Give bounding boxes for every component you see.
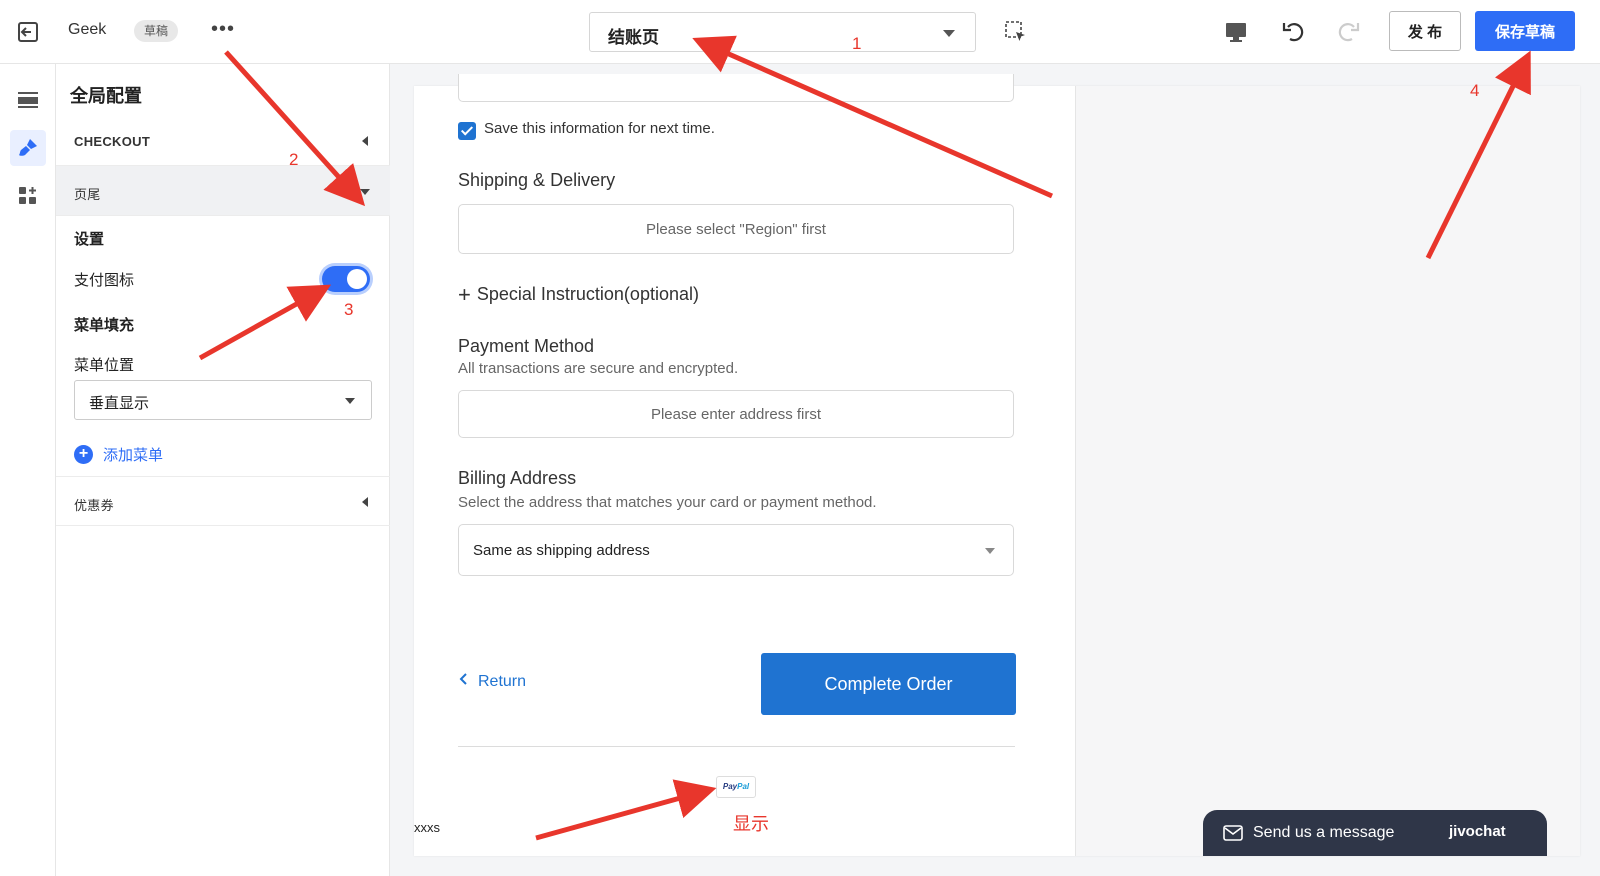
section-coupon[interactable]: 优惠券 [56,476,390,526]
payment-icons-toggle[interactable] [322,266,370,292]
section-footer-label: 页尾 [74,187,101,202]
annotation-2: 2 [289,150,299,169]
save-draft-button[interactable]: 保存草稿 [1475,11,1575,51]
icon-rail [0,64,56,876]
complete-order-button[interactable]: Complete Order [761,653,1016,715]
shipping-select[interactable]: Please select "Region" first [458,204,1014,254]
caret-left-icon [362,136,368,146]
order-summary-area [1075,86,1580,856]
page-select[interactable]: 结账页 [589,12,976,52]
billing-value: Same as shipping address [473,542,650,559]
billing-select[interactable]: Same as shipping address [458,524,1014,576]
menu-position-value: 垂直显示 [89,395,150,412]
draft-badge: 草稿 [134,20,179,42]
payment-placeholder: Please enter address first [650,406,822,423]
shipping-placeholder: Please select "Region" first [646,221,826,238]
paypal-icon: PayPal [716,776,756,798]
footer-divider [458,746,1015,747]
chat-brand-logo: jivochat [1449,823,1506,840]
payment-method-box[interactable]: Please enter address first [458,390,1014,438]
preview-canvas: Save this information for next time. Shi… [414,74,1580,856]
sections-icon[interactable] [10,82,46,118]
payment-subtext: All transactions are secure and encrypte… [458,360,739,377]
annotation-3: 3 [344,300,354,319]
annotation-shown: 显示 [733,814,769,834]
undo-icon[interactable] [1280,17,1308,45]
billing-heading: Billing Address [458,468,577,488]
caret-left-icon [362,497,368,507]
chat-message-label: Send us a message [1253,824,1395,841]
section-checkout[interactable]: CHECKOUT [56,116,390,166]
menu-fill-label: 菜单填充 [74,317,135,334]
toggle-knob [347,269,367,289]
more-icon[interactable]: ••• [210,18,236,44]
section-footer[interactable]: 页尾 [56,166,390,216]
top-bar: Geek 草稿 ••• 结账页 发 布 保存草稿 [0,0,1600,64]
plus-circle-icon: + [74,444,93,464]
previous-input[interactable] [458,74,1014,102]
theme-brush-icon[interactable] [10,130,46,166]
special-instruction-toggle[interactable]: + Special Instruction(optional) [458,281,699,307]
payment-icons-label: 支付图标 [74,272,135,289]
settings-panel: 全局配置 CHECKOUT 页尾 设置 支付图标 菜单填充 菜单位置 垂直显示 … [56,64,390,876]
return-link[interactable]: Return [458,672,526,691]
add-menu-button[interactable]: + 添加菜单 [74,442,163,466]
menu-position-select[interactable]: 垂直显示 [74,380,372,420]
billing-subtext: Select the address that matches your car… [458,494,877,511]
plus-icon: + [458,281,471,307]
add-menu-label: 添加菜单 [103,446,164,464]
settings-label: 设置 [74,231,105,248]
page-select-value: 结账页 [608,28,659,47]
store-name: Geek [68,21,107,38]
chevron-down-icon [345,398,355,404]
caret-down-icon [360,189,370,195]
envelope-icon [1223,825,1243,841]
section-coupon-label: 优惠券 [74,498,114,513]
shipping-heading: Shipping & Delivery [458,170,616,190]
panel-title: 全局配置 [70,86,142,106]
annotation-1: 1 [852,34,862,53]
special-instruction-label: Special Instruction(optional) [476,284,699,304]
redo-icon[interactable] [1334,17,1362,45]
annotation-4: 4 [1470,81,1480,100]
save-info-checkbox[interactable] [458,122,476,140]
save-info-label: Save this information for next time. [484,120,715,137]
select-element-icon[interactable] [1004,20,1028,44]
chevron-down-icon [985,548,995,554]
desktop-icon[interactable] [1222,18,1250,46]
chat-widget[interactable]: Send us a message jivochat [1203,810,1547,856]
chevron-down-icon [943,30,955,37]
footer-text: xxxs [414,820,440,835]
section-checkout-label: CHECKOUT [74,134,151,149]
menu-position-label: 菜单位置 [74,357,135,374]
return-label: Return [478,672,527,690]
publish-button[interactable]: 发 布 [1389,11,1461,51]
payment-heading: Payment Method [458,336,595,356]
apps-icon[interactable] [10,178,46,214]
exit-icon[interactable] [14,18,42,46]
chevron-left-icon [458,672,468,691]
